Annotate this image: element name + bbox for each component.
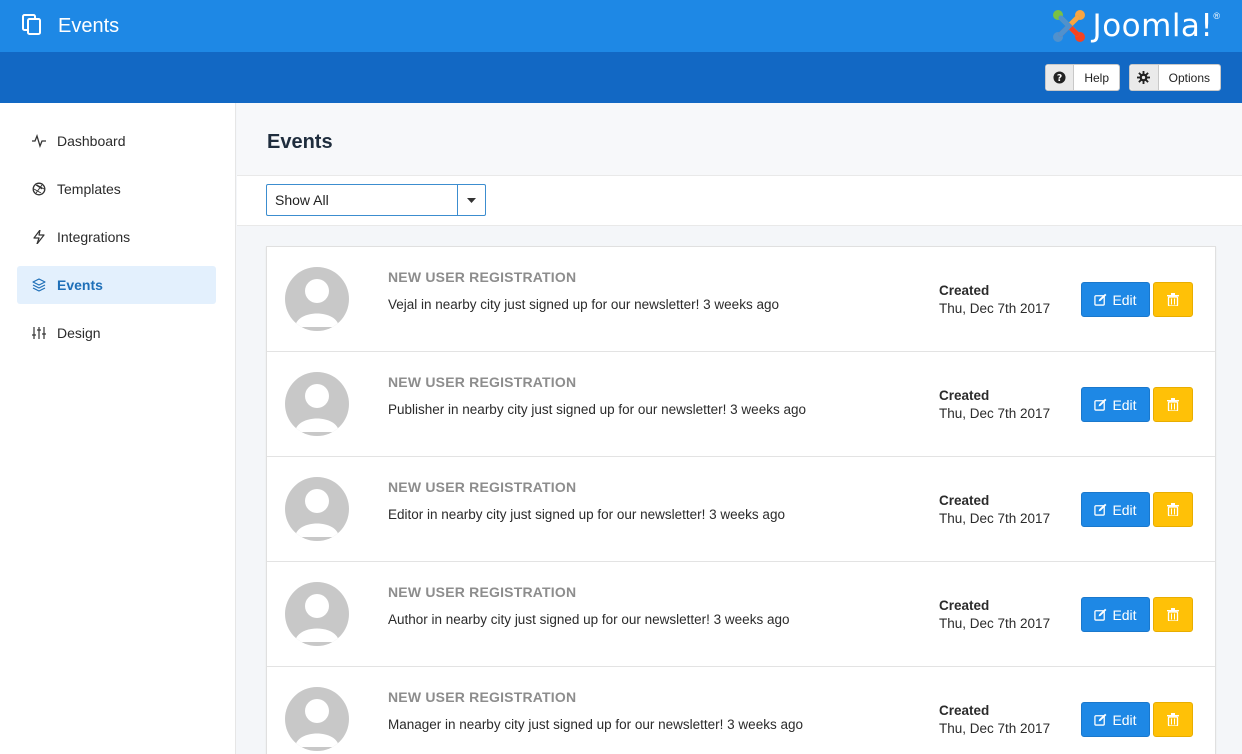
created-date: Thu, Dec 7th 2017 — [939, 406, 1051, 421]
sidebar-item-design[interactable]: Design — [17, 314, 216, 352]
edit-button[interactable]: Edit — [1081, 387, 1150, 422]
created-label: Created — [939, 598, 990, 613]
created-date: Thu, Dec 7th 2017 — [939, 301, 1051, 316]
trash-icon — [1167, 503, 1179, 516]
event-filter-value: Show All — [275, 192, 329, 208]
copy-icon — [22, 14, 41, 35]
sliders-icon — [32, 326, 46, 340]
edit-button[interactable]: Edit — [1081, 597, 1150, 632]
layers-icon — [32, 278, 46, 292]
sidebar-item-label: Design — [57, 325, 101, 341]
delete-button[interactable] — [1153, 492, 1193, 527]
sidebar-item-dashboard[interactable]: Dashboard — [17, 122, 216, 160]
app-header: Events Joomla! ® — [0, 0, 1242, 52]
created-label: Created — [939, 388, 990, 403]
activity-icon — [32, 134, 46, 148]
events-list: NEW USER REGISTRATION Vejal in nearby ci… — [266, 246, 1216, 754]
sidebar-item-label: Events — [57, 277, 103, 293]
caret-down-icon[interactable] — [457, 185, 485, 215]
edit-label: Edit — [1112, 501, 1137, 518]
created-label: Created — [939, 493, 990, 508]
list-item: NEW USER REGISTRATION Author in nearby c… — [267, 562, 1215, 667]
options-button[interactable]: Options — [1129, 64, 1221, 91]
edit-icon — [1094, 293, 1107, 306]
created-date: Thu, Dec 7th 2017 — [939, 511, 1051, 526]
event-message: Editor in nearby city just signed up for… — [388, 507, 785, 522]
list-item: NEW USER REGISTRATION Publisher in nearb… — [267, 352, 1215, 457]
edit-label: Edit — [1112, 606, 1137, 623]
help-label: Help — [1084, 70, 1109, 85]
edit-button[interactable]: Edit — [1081, 492, 1150, 527]
svg-text:?: ? — [1057, 73, 1062, 84]
avatar — [285, 477, 349, 541]
toolbar: ? Help Options — [0, 52, 1242, 103]
page-title: Events — [267, 131, 333, 153]
event-message: Author in nearby city just signed up for… — [388, 612, 790, 627]
event-message: Publisher in nearby city just signed up … — [388, 402, 806, 417]
event-title: NEW USER REGISTRATION — [388, 584, 577, 600]
edit-icon — [1094, 503, 1107, 516]
created-date: Thu, Dec 7th 2017 — [939, 616, 1051, 631]
delete-button[interactable] — [1153, 702, 1193, 737]
avatar — [285, 267, 349, 331]
delete-button[interactable] — [1153, 282, 1193, 317]
question-circle-icon: ? — [1046, 65, 1075, 90]
event-filter-select[interactable]: Show All — [266, 184, 486, 216]
delete-button[interactable] — [1153, 597, 1193, 632]
edit-icon — [1094, 608, 1107, 621]
joomla-brand[interactable]: Joomla! ® — [1049, 6, 1220, 46]
edit-button[interactable]: Edit — [1081, 282, 1150, 317]
brand-name: Joomla! — [1092, 8, 1214, 44]
gear-icon — [1130, 65, 1159, 90]
event-title: NEW USER REGISTRATION — [388, 689, 577, 705]
sidebar-item-events[interactable]: Events — [17, 266, 216, 304]
joomla-logo-icon — [1052, 10, 1085, 42]
created-label: Created — [939, 283, 990, 298]
app-title: Events — [58, 15, 120, 37]
created-label: Created — [939, 703, 990, 718]
sidebar-item-label: Integrations — [57, 229, 131, 245]
trash-icon — [1167, 608, 1179, 621]
edit-label: Edit — [1112, 396, 1137, 413]
avatar — [285, 582, 349, 646]
list-item: NEW USER REGISTRATION Vejal in nearby ci… — [267, 247, 1215, 352]
help-button[interactable]: ? Help — [1045, 64, 1120, 91]
registered-mark: ® — [1213, 11, 1220, 21]
edit-label: Edit — [1112, 291, 1137, 308]
created-date: Thu, Dec 7th 2017 — [939, 721, 1051, 736]
sidebar: Dashboard Templates Integrations Events … — [0, 103, 236, 754]
sidebar-item-label: Dashboard — [57, 133, 126, 149]
content-header: Events — [237, 103, 1242, 176]
event-message: Manager in nearby city just signed up fo… — [388, 717, 803, 732]
list-item: NEW USER REGISTRATION Editor in nearby c… — [267, 457, 1215, 562]
event-message: Vejal in nearby city just signed up for … — [388, 297, 779, 312]
avatar — [285, 687, 349, 751]
event-title: NEW USER REGISTRATION — [388, 479, 577, 495]
aperture-icon — [32, 182, 46, 196]
trash-icon — [1167, 713, 1179, 726]
edit-button[interactable]: Edit — [1081, 702, 1150, 737]
options-label: Options — [1168, 70, 1210, 85]
sidebar-item-label: Templates — [57, 181, 121, 197]
trash-icon — [1167, 293, 1179, 306]
edit-icon — [1094, 713, 1107, 726]
event-title: NEW USER REGISTRATION — [388, 374, 577, 390]
event-title: NEW USER REGISTRATION — [388, 269, 577, 285]
list-item: NEW USER REGISTRATION Manager in nearby … — [267, 667, 1215, 754]
edit-label: Edit — [1112, 711, 1137, 728]
sidebar-item-templates[interactable]: Templates — [17, 170, 216, 208]
lightning-icon — [32, 230, 46, 244]
filter-bar: Show All — [237, 176, 1242, 226]
trash-icon — [1167, 398, 1179, 411]
edit-icon — [1094, 398, 1107, 411]
sidebar-item-integrations[interactable]: Integrations — [17, 218, 216, 256]
delete-button[interactable] — [1153, 387, 1193, 422]
avatar — [285, 372, 349, 436]
